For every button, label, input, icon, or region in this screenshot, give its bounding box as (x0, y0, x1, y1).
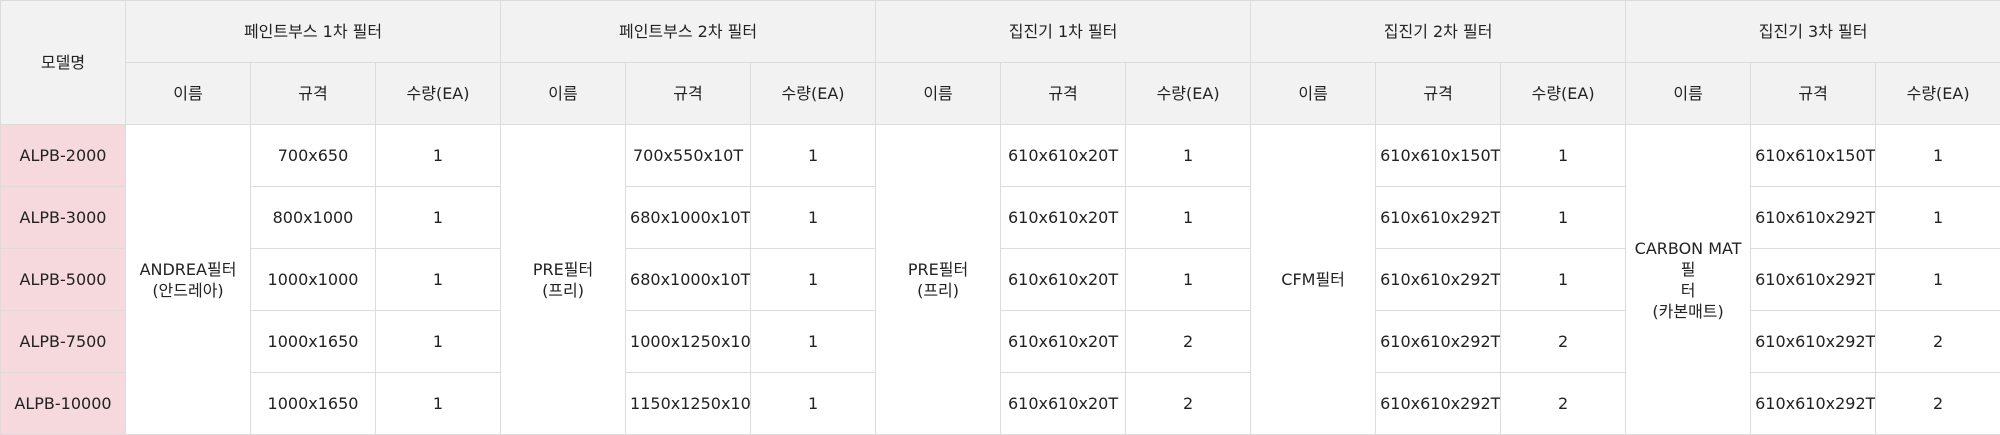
spec-cell: 610x610x20T (1001, 125, 1126, 187)
qty-cell: 2 (1876, 311, 2000, 373)
spec-cell: 610x610x292T (1751, 373, 1876, 435)
spec-cell: 1000x1650 (251, 311, 376, 373)
subheader-qty: 수량(EA) (376, 63, 501, 125)
filter-name-cell: PRE필터 (프리) (876, 125, 1001, 435)
model-cell: ALPB-3000 (1, 187, 126, 249)
qty-cell: 1 (1876, 187, 2000, 249)
spec-cell: 680x1000x10T (626, 187, 751, 249)
qty-cell: 1 (751, 125, 876, 187)
table-body: ALPB-2000 ANDREA필터 (안드레아) 700x650 1 PRE필… (1, 125, 2000, 435)
spec-cell: 1000x1000 (251, 249, 376, 311)
qty-cell: 1 (1876, 249, 2000, 311)
spec-cell: 700x550x10T (626, 125, 751, 187)
header-group-paintbooth-1: 페인트부스 1차 필터 (126, 1, 501, 63)
qty-cell: 1 (1501, 187, 1626, 249)
subheader-qty: 수량(EA) (1501, 63, 1626, 125)
subheader-qty: 수량(EA) (1126, 63, 1251, 125)
spec-cell: 610x610x292T (1376, 373, 1501, 435)
filter-spec-table: 모델명 페인트부스 1차 필터 페인트부스 2차 필터 집진기 1차 필터 집진… (0, 0, 2000, 435)
filter-name-cell: PRE필터 (프리) (501, 125, 626, 435)
qty-cell: 2 (1126, 311, 1251, 373)
qty-cell: 2 (1501, 373, 1626, 435)
filter-name-label: ANDREA필터 (안드레아) (130, 259, 246, 301)
spec-cell: 610x610x292T (1376, 187, 1501, 249)
table-row: ALPB-2000 ANDREA필터 (안드레아) 700x650 1 PRE필… (1, 125, 2000, 187)
header-group-collector-2: 집진기 2차 필터 (1251, 1, 1626, 63)
header-group-collector-3: 집진기 3차 필터 (1626, 1, 2000, 63)
qty-cell: 1 (751, 373, 876, 435)
model-cell: ALPB-10000 (1, 373, 126, 435)
qty-cell: 2 (1501, 311, 1626, 373)
header-group-collector-1: 집진기 1차 필터 (876, 1, 1251, 63)
qty-cell: 2 (1876, 373, 2000, 435)
subheader-spec: 규격 (1001, 63, 1126, 125)
subheader-spec: 규격 (1376, 63, 1501, 125)
subheader-name: 이름 (126, 63, 251, 125)
filter-name-cell: CFM필터 (1251, 125, 1376, 435)
spec-cell: 1000x1650 (251, 373, 376, 435)
subheader-spec: 규격 (1751, 63, 1876, 125)
subheader-name: 이름 (1251, 63, 1376, 125)
qty-cell: 1 (376, 187, 501, 249)
header-model-name: 모델명 (1, 1, 126, 125)
subheader-spec: 규격 (251, 63, 376, 125)
qty-cell: 1 (1876, 125, 2000, 187)
spec-cell: 610x610x20T (1001, 373, 1126, 435)
spec-cell: 610x610x292T (1751, 311, 1876, 373)
spec-cell: 1000x1250x10T (626, 311, 751, 373)
qty-cell: 1 (376, 125, 501, 187)
filter-name-label: PRE필터 (프리) (880, 259, 996, 301)
header-group-paintbooth-2: 페인트부스 2차 필터 (501, 1, 876, 63)
subheader-spec: 규격 (626, 63, 751, 125)
spec-cell: 610x610x292T (1376, 311, 1501, 373)
subheader-name: 이름 (876, 63, 1001, 125)
filter-name-cell: CARBON MAT필 터 (카본매트) (1626, 125, 1751, 435)
spec-cell: 610x610x20T (1001, 187, 1126, 249)
spec-cell: 610x610x150T (1751, 125, 1876, 187)
qty-cell: 1 (751, 249, 876, 311)
qty-cell: 1 (751, 187, 876, 249)
spec-cell: 800x1000 (251, 187, 376, 249)
qty-cell: 1 (1501, 125, 1626, 187)
model-cell: ALPB-2000 (1, 125, 126, 187)
qty-cell: 1 (751, 311, 876, 373)
qty-cell: 1 (1126, 187, 1251, 249)
spec-cell: 1150x1250x10T (626, 373, 751, 435)
qty-cell: 1 (1126, 249, 1251, 311)
subheader-qty: 수량(EA) (751, 63, 876, 125)
table-header: 모델명 페인트부스 1차 필터 페인트부스 2차 필터 집진기 1차 필터 집진… (1, 1, 2000, 125)
qty-cell: 1 (376, 373, 501, 435)
spec-cell: 700x650 (251, 125, 376, 187)
subheader-name: 이름 (1626, 63, 1751, 125)
subheader-qty: 수량(EA) (1876, 63, 2000, 125)
qty-cell: 2 (1126, 373, 1251, 435)
qty-cell: 1 (1126, 125, 1251, 187)
filter-name-cell: ANDREA필터 (안드레아) (126, 125, 251, 435)
filter-name-label: CARBON MAT필 터 (카본매트) (1630, 238, 1746, 322)
model-cell: ALPB-5000 (1, 249, 126, 311)
model-cell: ALPB-7500 (1, 311, 126, 373)
qty-cell: 1 (376, 311, 501, 373)
spec-cell: 610x610x292T (1376, 249, 1501, 311)
subheader-name: 이름 (501, 63, 626, 125)
spec-cell: 610x610x292T (1751, 187, 1876, 249)
qty-cell: 1 (1501, 249, 1626, 311)
spec-cell: 610x610x292T (1751, 249, 1876, 311)
filter-name-label: CFM필터 (1255, 269, 1371, 290)
qty-cell: 1 (376, 249, 501, 311)
spec-cell: 610x610x20T (1001, 311, 1126, 373)
filter-name-label: PRE필터 (프리) (505, 259, 621, 301)
spec-cell: 680x1000x10T (626, 249, 751, 311)
spec-cell: 610x610x20T (1001, 249, 1126, 311)
spec-cell: 610x610x150T (1376, 125, 1501, 187)
